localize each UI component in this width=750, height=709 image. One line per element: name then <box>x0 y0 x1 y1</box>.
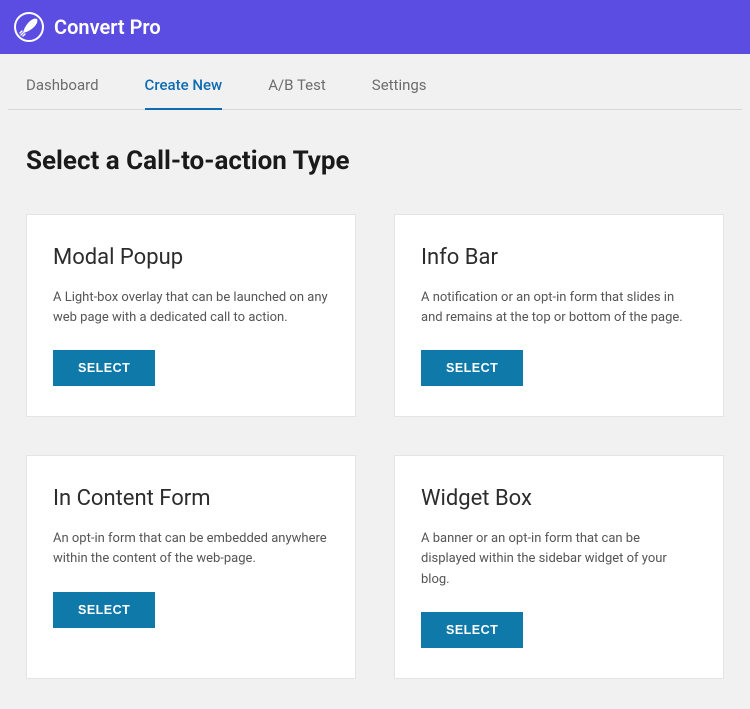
card-modal-popup: Modal Popup A Light-box overlay that can… <box>26 214 356 417</box>
card-desc: A banner or an opt-in form that can be d… <box>421 529 697 589</box>
card-title: In Content Form <box>53 486 329 511</box>
card-desc: A notification or an opt-in form that sl… <box>421 288 697 328</box>
brand: Convert Pro <box>14 12 161 42</box>
select-button[interactable]: SELECT <box>421 612 523 648</box>
card-desc: An opt-in form that can be embedded anyw… <box>53 529 329 569</box>
content: Dashboard Create New A/B Test Settings S… <box>0 54 750 709</box>
brand-name: Convert Pro <box>54 15 161 39</box>
card-desc: A Light-box overlay that can be launched… <box>53 288 329 328</box>
page-title: Select a Call-to-action Type <box>8 110 742 176</box>
tab-settings[interactable]: Settings <box>372 76 427 109</box>
tab-create-new[interactable]: Create New <box>145 76 223 110</box>
tab-dashboard[interactable]: Dashboard <box>26 76 99 109</box>
tab-ab-test[interactable]: A/B Test <box>268 76 326 109</box>
select-button[interactable]: SELECT <box>53 592 155 628</box>
select-button[interactable]: SELECT <box>53 350 155 386</box>
card-widget-box: Widget Box A banner or an opt-in form th… <box>394 455 724 678</box>
card-in-content-form: In Content Form An opt-in form that can … <box>26 455 356 678</box>
card-title: Widget Box <box>421 486 697 511</box>
select-button[interactable]: SELECT <box>421 350 523 386</box>
rocket-icon <box>14 12 44 42</box>
card-title: Info Bar <box>421 245 697 270</box>
card-info-bar: Info Bar A notification or an opt-in for… <box>394 214 724 417</box>
top-bar: Convert Pro <box>0 0 750 54</box>
card-grid: Modal Popup A Light-box overlay that can… <box>8 176 742 709</box>
card-title: Modal Popup <box>53 245 329 270</box>
tab-nav: Dashboard Create New A/B Test Settings <box>8 54 742 110</box>
